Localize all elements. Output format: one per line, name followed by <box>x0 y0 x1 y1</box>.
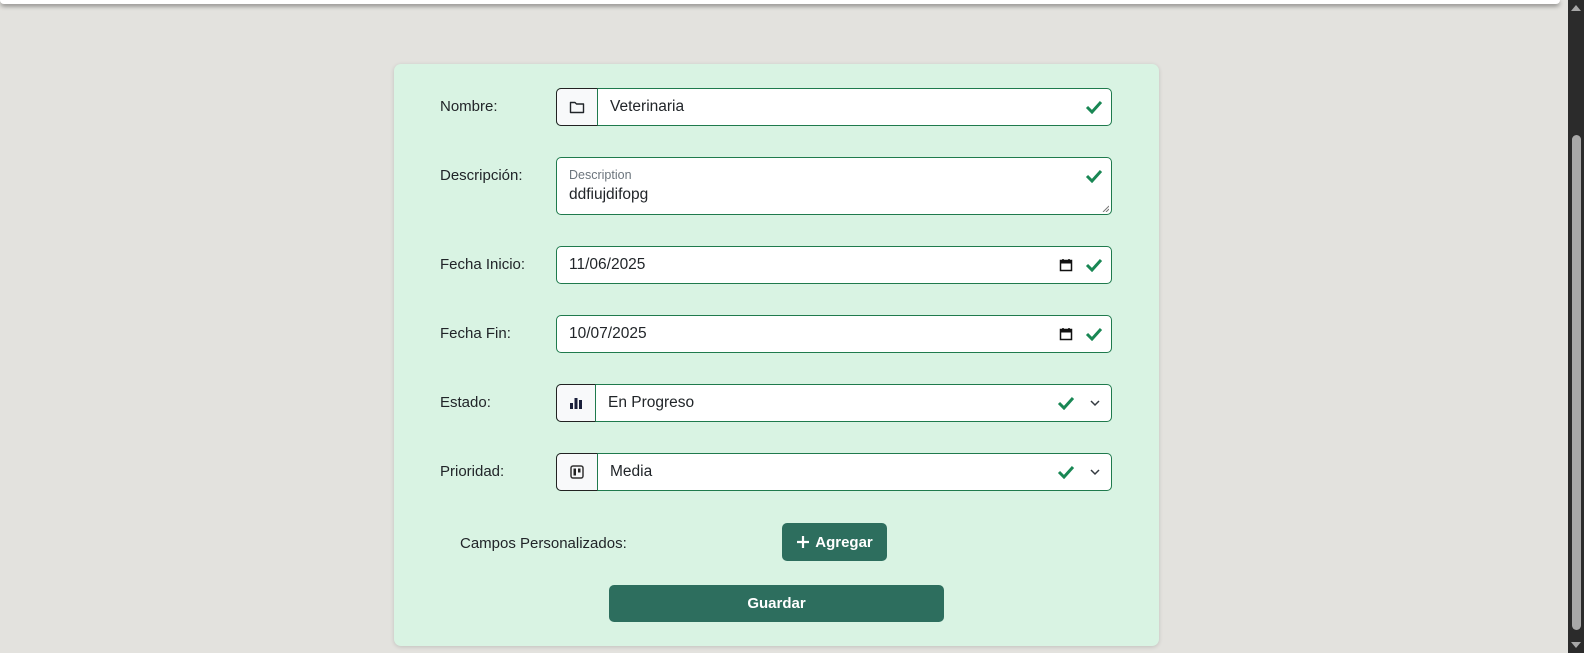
valid-check-icon <box>1085 100 1103 114</box>
estado-label: Estado: <box>440 394 491 411</box>
add-button-label: Agregar <box>815 533 873 551</box>
scroll-up-arrow-icon[interactable] <box>1571 5 1581 11</box>
bar-chart-icon <box>556 384 596 422</box>
scrollbar-thumb[interactable] <box>1572 135 1581 630</box>
plus-icon <box>797 536 810 548</box>
browser-top-bar <box>0 0 1560 4</box>
custom-fields-label: Campos Personalizados: <box>460 535 627 552</box>
scrollbar[interactable] <box>1568 0 1584 653</box>
valid-check-icon <box>1085 169 1103 183</box>
nombre-input[interactable]: Veterinaria <box>556 88 1112 126</box>
descripcion-label: Descripción: <box>440 167 523 184</box>
fecha-inicio-input[interactable]: 11/06/2025 <box>556 246 1112 284</box>
priority-board-icon <box>556 453 598 491</box>
estado-select[interactable]: En Progreso <box>556 384 1112 422</box>
resize-handle-icon[interactable] <box>1102 205 1109 212</box>
nombre-label: Nombre: <box>440 98 498 115</box>
fecha-fin-value: 10/07/2025 <box>569 325 647 342</box>
save-button[interactable]: Guardar <box>609 585 944 622</box>
estado-value: En Progreso <box>608 394 695 411</box>
prioridad-select[interactable]: Media <box>556 453 1112 491</box>
valid-check-icon <box>1085 327 1103 341</box>
valid-check-icon <box>1057 396 1075 410</box>
chevron-down-icon[interactable] <box>1089 468 1101 476</box>
prioridad-value: Media <box>610 463 653 480</box>
calendar-icon[interactable] <box>1059 327 1073 341</box>
valid-check-icon <box>1085 258 1103 272</box>
descripcion-value: ddfiujdifopg <box>569 186 649 203</box>
project-form: Nombre: Veterinaria Descripción: Descrip… <box>394 64 1159 646</box>
fecha-fin-input[interactable]: 10/07/2025 <box>556 315 1112 353</box>
fecha-inicio-label: Fecha Inicio: <box>440 256 526 273</box>
chevron-down-icon[interactable] <box>1089 399 1101 407</box>
add-custom-field-button[interactable]: Agregar <box>782 523 887 561</box>
fecha-inicio-value: 11/06/2025 <box>569 256 646 273</box>
nombre-value: Veterinaria <box>610 98 685 115</box>
prioridad-label: Prioridad: <box>440 463 505 480</box>
scroll-down-arrow-icon[interactable] <box>1571 642 1581 648</box>
descripcion-floating-label: Description <box>569 168 632 182</box>
descripcion-textarea[interactable]: Description ddfiujdifopg <box>556 157 1112 215</box>
valid-check-icon <box>1057 465 1075 479</box>
fecha-fin-label: Fecha Fin: <box>440 325 511 342</box>
calendar-icon[interactable] <box>1059 258 1073 272</box>
folder-icon <box>556 88 598 126</box>
